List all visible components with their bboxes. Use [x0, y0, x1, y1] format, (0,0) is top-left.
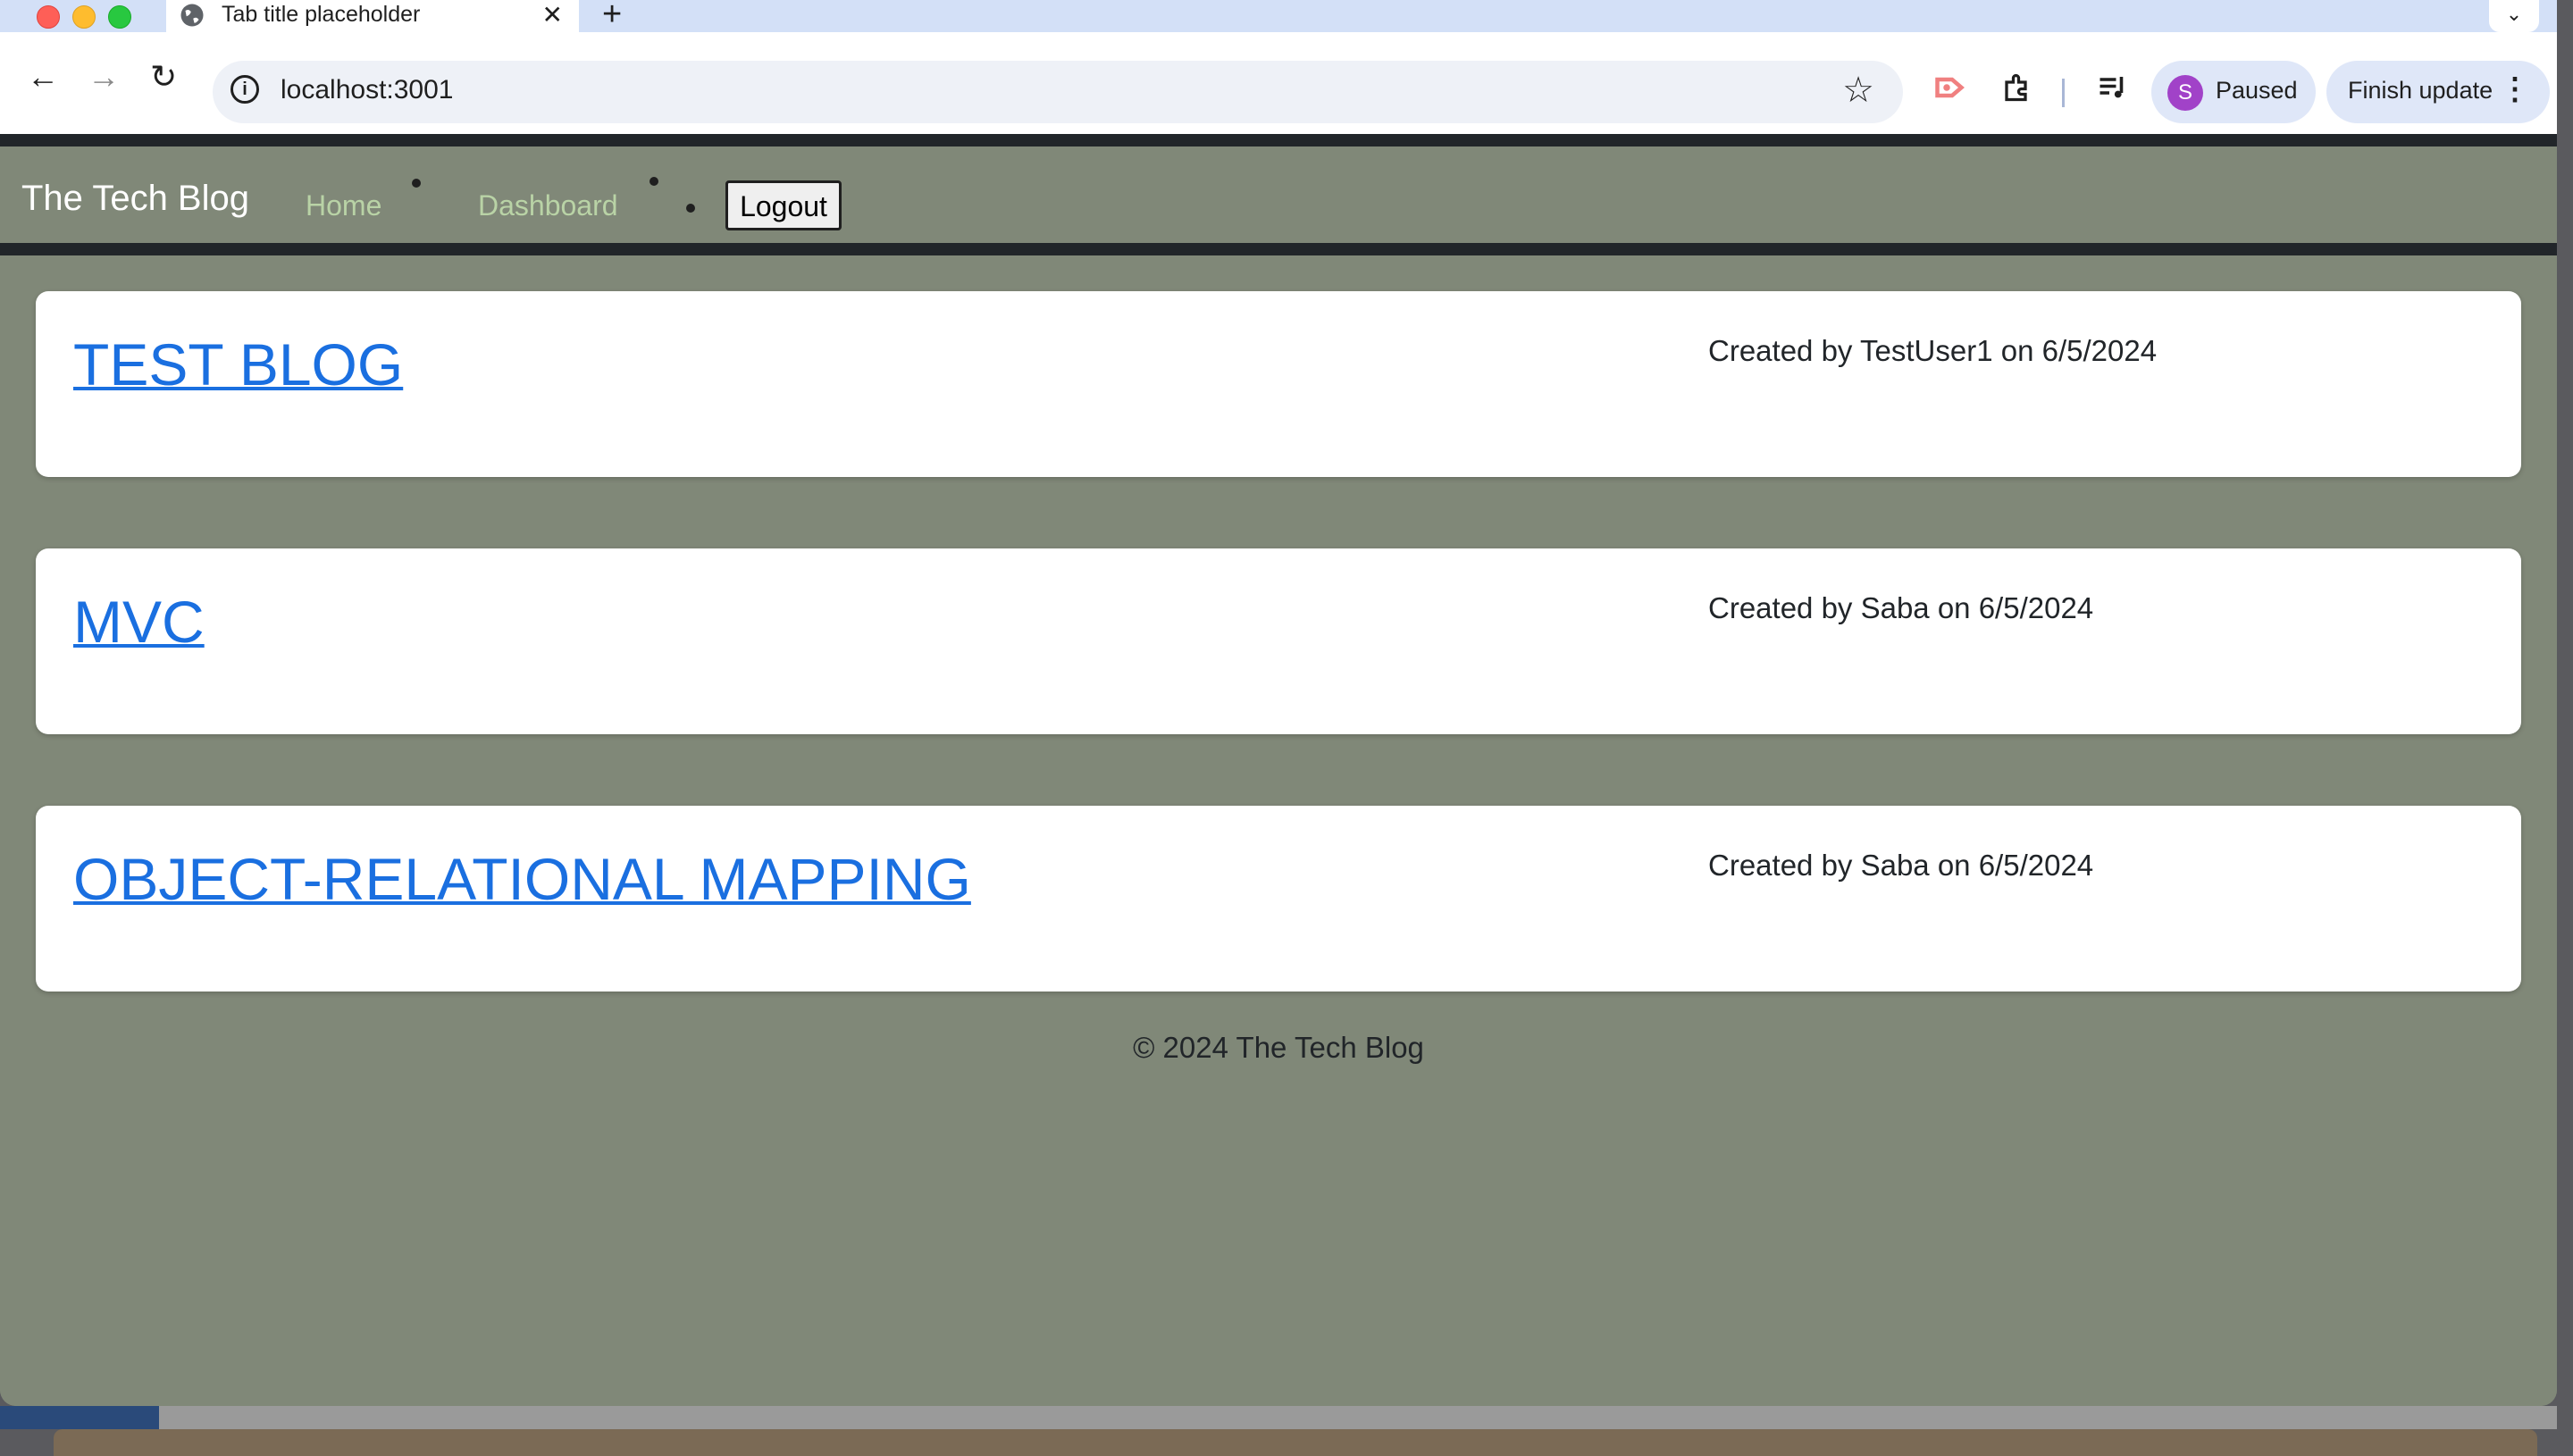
nav-link-home[interactable]: Home	[306, 189, 381, 222]
browser-toolbar: ← → ↻ i localhost:3001 ☆ S Paused Finish…	[0, 32, 2557, 134]
bullet-icon	[686, 204, 695, 213]
back-arrow-icon[interactable]: ←	[27, 61, 59, 93]
post-title-link[interactable]: TEST BLOG	[73, 331, 403, 398]
logout-button[interactable]: Logout	[725, 180, 842, 230]
nav-link-dashboard[interactable]: Dashboard	[478, 189, 618, 222]
post-title-link[interactable]: OBJECT-RELATIONAL MAPPING	[73, 845, 971, 913]
new-tab-icon[interactable]: +	[602, 0, 622, 31]
post-card: MVC Created by Saba on 6/5/2024	[36, 548, 2521, 734]
browser-tab[interactable]: Tab title placeholder ✕	[166, 0, 579, 32]
close-window-button[interactable]	[37, 5, 60, 29]
address-bar[interactable]: i localhost:3001 ☆	[213, 61, 1903, 123]
finish-update-label: Finish update	[2348, 77, 2493, 104]
site-navbar: The Tech Blog Home Dashboard Logout	[0, 134, 2557, 255]
tab-search-chevron-icon[interactable]: ⌄	[2489, 0, 2539, 32]
desktop-strip	[0, 1406, 159, 1429]
kebab-menu-icon[interactable]: ⋮	[2500, 71, 2530, 107]
extension-arrow-icon[interactable]	[1933, 71, 1965, 104]
tab-strip: Tab title placeholder ✕ + ⌄	[0, 0, 2557, 32]
bookmark-star-icon[interactable]: ☆	[1842, 70, 1874, 111]
page-footer: © 2024 The Tech Blog	[1133, 1031, 1424, 1064]
minimize-window-button[interactable]	[72, 5, 96, 29]
profile-status: Paused	[2216, 77, 2298, 104]
reload-icon[interactable]: ↻	[150, 61, 177, 93]
bullet-icon	[650, 177, 658, 186]
site-info-icon[interactable]: i	[230, 75, 259, 104]
browser-window: Tab title placeholder ✕ + ⌄ ← → ↻ i loca…	[0, 0, 2557, 1406]
close-tab-icon[interactable]: ✕	[542, 2, 563, 29]
post-meta: Created by Saba on 6/5/2024	[1708, 591, 2094, 624]
desktop-strip	[159, 1406, 2557, 1429]
media-controls-icon[interactable]	[2096, 71, 2128, 104]
page-content: The Tech Blog Home Dashboard Logout TEST…	[0, 134, 2557, 1406]
post-card: TEST BLOG Created by TestUser1 on 6/5/20…	[36, 291, 2521, 477]
globe-icon	[180, 4, 204, 27]
tab-title: Tab title placeholder	[222, 2, 421, 27]
zoom-window-button[interactable]	[108, 5, 131, 29]
url-text[interactable]: localhost:3001	[281, 75, 453, 105]
post-meta: Created by TestUser1 on 6/5/2024	[1708, 334, 2158, 367]
extensions-puzzle-icon[interactable]	[2001, 71, 2033, 104]
toolbar-separator	[2062, 79, 2065, 107]
forward-arrow-icon[interactable]: →	[88, 61, 120, 93]
avatar: S	[2167, 75, 2203, 111]
dock	[54, 1429, 2537, 1456]
post-meta: Created by Saba on 6/5/2024	[1708, 849, 2094, 882]
profile-button[interactable]: S Paused	[2151, 61, 2316, 123]
site-brand[interactable]: The Tech Blog	[21, 179, 249, 219]
post-title-link[interactable]: MVC	[73, 588, 205, 656]
bullet-icon	[412, 179, 421, 188]
post-card: OBJECT-RELATIONAL MAPPING Created by Sab…	[36, 806, 2521, 992]
finish-update-button[interactable]: Finish update ⋮	[2326, 61, 2550, 123]
